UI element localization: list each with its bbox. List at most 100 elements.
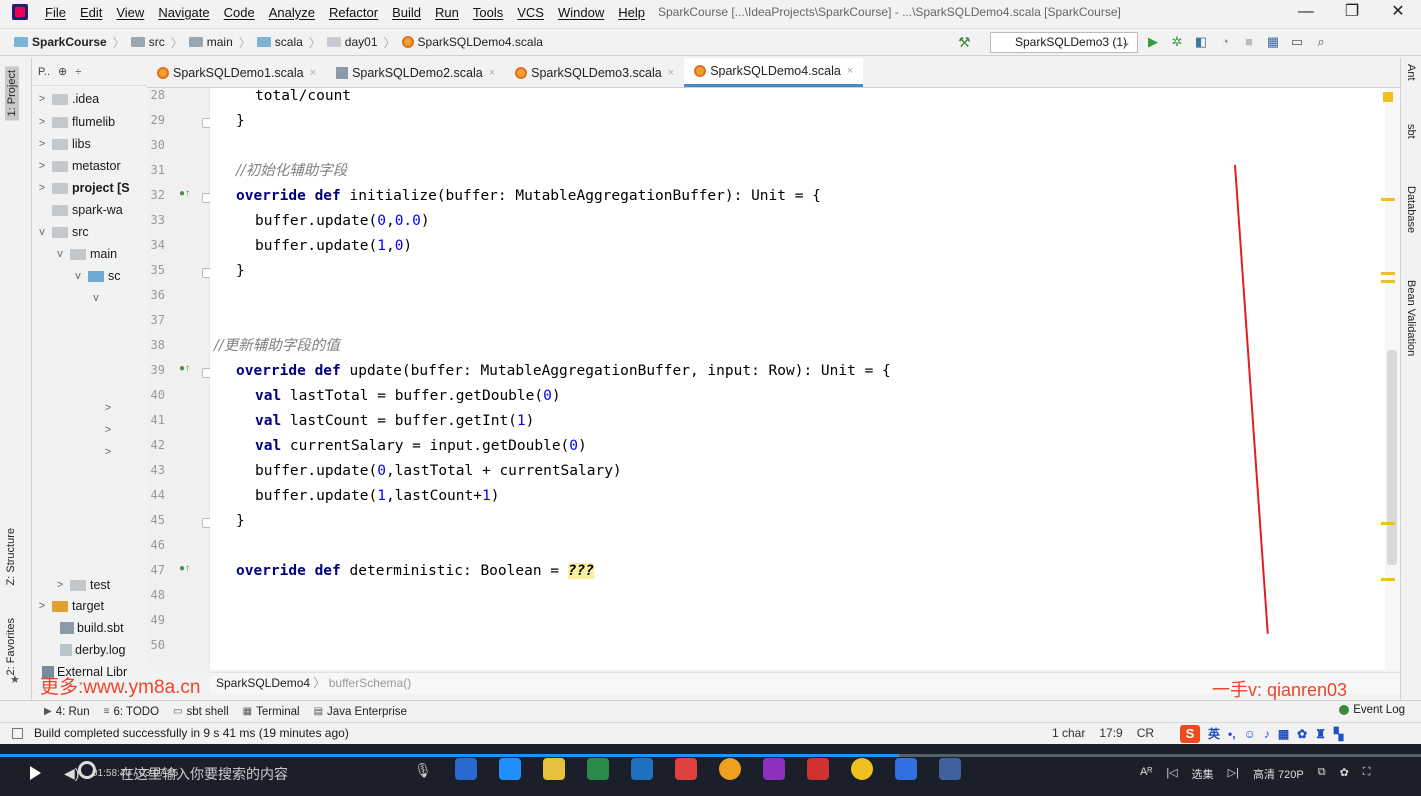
debug-icon[interactable]: ✲ (1169, 34, 1185, 50)
expand-arrow-icon[interactable]: > (36, 116, 48, 128)
line-separator[interactable]: CR (1137, 723, 1154, 744)
menu-tools[interactable]: Tools (466, 5, 510, 20)
tree-item-idea[interactable]: > .idea (36, 88, 99, 110)
keyboard-icon[interactable]: ▦ (1278, 724, 1289, 745)
editor-breadcrumb-member[interactable]: bufferSchema() (329, 676, 411, 690)
tree-item-metastore[interactable]: > metastor (36, 155, 121, 177)
warning-square-icon[interactable] (1383, 92, 1393, 102)
taskbar-app-icon[interactable] (895, 758, 917, 780)
breadcrumb-file[interactable]: SparkSQLDemo4.scala (418, 35, 543, 49)
menu-run[interactable]: Run (428, 5, 466, 20)
expand-arrow-icon[interactable]: > (102, 402, 114, 414)
override-marker-icon[interactable]: ●↑ (179, 188, 190, 199)
tool-java-enterprise[interactable]: ▤ Java Enterprise (314, 706, 407, 718)
breadcrumb-src[interactable]: src (149, 35, 165, 49)
taskbar-app-icon[interactable] (499, 758, 521, 780)
tab-favorites[interactable]: 2: Favorites (5, 618, 17, 675)
menu-refactor[interactable]: Refactor (322, 5, 385, 20)
breadcrumb-project[interactable]: SparkCourse (32, 35, 107, 49)
warning-stripe[interactable] (1381, 280, 1395, 283)
stop-icon[interactable]: ■ (1241, 34, 1257, 50)
tool-sbt-shell[interactable]: ▭ sbt shell (173, 706, 229, 718)
close-tab-icon[interactable]: × (489, 67, 495, 79)
next-icon[interactable]: ▷| (1228, 766, 1239, 782)
tree-item-main[interactable]: v main (54, 243, 117, 265)
menu-view[interactable]: View (109, 5, 151, 20)
project-structure-icon[interactable]: ▦ (1265, 34, 1281, 50)
tree-item-package[interactable]: v (90, 287, 102, 309)
menu-vcs[interactable]: VCS (510, 5, 551, 20)
close-tab-icon[interactable]: × (310, 67, 316, 79)
expand-arrow-icon[interactable]: v (90, 292, 102, 304)
emoji-icon[interactable]: ☺ (1244, 724, 1256, 745)
presentation-icon[interactable]: ▭ (1289, 34, 1305, 50)
override-marker-icon[interactable]: ●↑ (179, 363, 190, 374)
tree-item-scala[interactable]: v sc (72, 265, 120, 287)
run-configuration-select[interactable]: SparkSQLDemo3 (1) ⌄ (990, 32, 1138, 53)
override-marker-icon[interactable]: ●↑ (179, 563, 190, 574)
coverage-icon[interactable]: ◧ (1193, 34, 1209, 50)
run-icon[interactable]: ▶ (1145, 34, 1161, 50)
close-tab-icon[interactable]: × (668, 67, 674, 79)
tree-item-spark-warehouse[interactable]: spark-wa (48, 199, 123, 221)
build-hammer-icon[interactable]: ⚒ (958, 34, 974, 50)
expand-arrow-icon[interactable]: v (54, 248, 66, 260)
menu-build[interactable]: Build (385, 5, 428, 20)
play-icon[interactable] (30, 766, 41, 780)
taskbar-app-icon[interactable] (763, 758, 785, 780)
ime-language[interactable]: 英 (1208, 724, 1220, 745)
microphone-icon[interactable]: 🎙 (414, 762, 432, 779)
expand-arrow-icon[interactable]: > (102, 424, 114, 436)
expand-arrow-icon[interactable]: > (36, 182, 48, 194)
locate-icon[interactable]: ⊕ (58, 65, 67, 78)
tree-item-libs[interactable]: > libs (36, 133, 91, 155)
tab-sbt[interactable]: sbt (1405, 124, 1417, 139)
punctuation-icon[interactable]: •, (1228, 724, 1236, 745)
warning-stripe[interactable] (1381, 578, 1395, 581)
prev-icon[interactable]: |◁ (1166, 766, 1177, 782)
tree-item-target[interactable]: > target (36, 595, 104, 617)
settings-gear-icon[interactable]: ✿ (1340, 766, 1349, 782)
tool-terminal[interactable]: ▦ Terminal (243, 706, 300, 718)
expand-arrow-icon[interactable]: v (36, 226, 48, 238)
warning-stripe[interactable] (1381, 272, 1395, 275)
tab-structure[interactable]: Z: Structure (5, 528, 17, 585)
menu-window[interactable]: Window (551, 5, 611, 20)
cortana-icon[interactable] (78, 761, 96, 779)
tab-ant[interactable]: Ant (1405, 64, 1417, 81)
expand-arrow-icon[interactable]: v (72, 270, 84, 282)
volume-icon[interactable]: ◀) (64, 765, 79, 782)
tab-sparksqldemo3[interactable]: SparkSQLDemo3.scala × (505, 58, 684, 87)
progress-fill[interactable] (0, 754, 900, 757)
taskbar-app-icon[interactable] (719, 758, 741, 780)
menu-analyze[interactable]: Analyze (262, 5, 322, 20)
expand-arrow-icon[interactable]: > (36, 138, 48, 150)
episodes-button[interactable]: 选集 (1192, 766, 1214, 782)
tab-project[interactable]: 1: Project (5, 66, 19, 121)
tree-item-collapsed[interactable]: > (102, 419, 114, 441)
taskbar-app-icon[interactable] (851, 758, 873, 780)
menu-code[interactable]: Code (217, 5, 262, 20)
search-icon[interactable]: ⌕ (1313, 34, 1329, 50)
event-log-button[interactable]: Event Log (1339, 704, 1405, 716)
tab-sparksqldemo4[interactable]: SparkSQLDemo4.scala × (684, 58, 864, 87)
fullscreen-icon[interactable]: ⛶ (1363, 766, 1371, 782)
tree-item-flumelib[interactable]: > flumelib (36, 111, 115, 133)
expand-arrow-icon[interactable]: > (36, 93, 48, 105)
tree-item-derby-log[interactable]: derby.log (60, 639, 126, 661)
breadcrumb-day01[interactable]: day01 (345, 35, 378, 49)
code-editor[interactable]: total/count } //初始化辅助字段 override def ini… (210, 88, 1385, 670)
expand-arrow-icon[interactable]: > (54, 579, 66, 591)
quality-button[interactable]: 高清 720P (1253, 766, 1304, 782)
menu-edit[interactable]: Edit (73, 5, 109, 20)
tab-database[interactable]: Database (1405, 186, 1417, 233)
taskbar-app-icon[interactable] (939, 758, 961, 780)
menu-help[interactable]: Help (611, 5, 652, 20)
shirt-icon[interactable]: ♜ (1315, 724, 1326, 745)
tree-item-collapsed[interactable]: > (102, 397, 114, 419)
taskbar-app-icon[interactable] (631, 758, 653, 780)
voice-icon[interactable]: ♪ (1264, 724, 1270, 745)
close-button[interactable]: ✕ (1375, 0, 1421, 24)
grid-icon[interactable]: ▚ (1334, 724, 1343, 745)
screenshot-icon[interactable]: ⧉ (1318, 766, 1326, 782)
